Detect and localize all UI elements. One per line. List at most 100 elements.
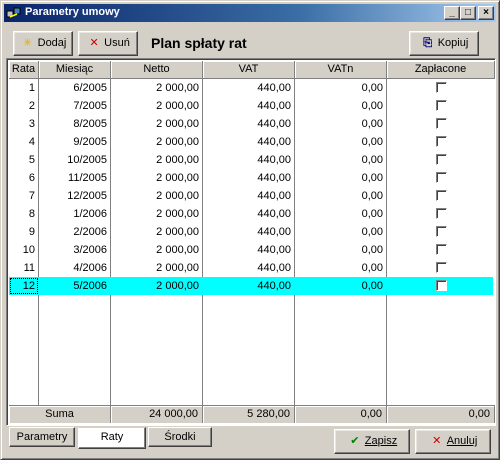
installments-grid[interactable]: Rata Miesiąc Netto VAT VATn Zapłacone 1 6… [6,58,496,426]
cell-rata: 2 [28,100,35,112]
cell-netto: 2 000,00 [156,208,199,220]
close-icon: × [483,7,489,18]
title-bar[interactable]: Parametry umowy _ □ × [4,4,496,22]
cell-miesiac: 8/2005 [73,118,107,130]
paid-checkbox[interactable] [435,226,447,237]
footer-vat: 5 280,00 [203,405,295,423]
cell-miesiac: 7/2005 [73,100,107,112]
cell-netto: 2 000,00 [156,244,199,256]
cell-vat: 440,00 [257,172,291,184]
cell-rata: 9 [28,226,35,238]
table-row[interactable]: 5 10/2005 2 000,00 440,00 0,00 [9,151,493,169]
paid-checkbox[interactable] [435,118,447,129]
copy-button[interactable]: ⎘ Kopiuj [409,31,479,56]
cell-netto: 2 000,00 [156,154,199,166]
checkmark-icon: ✔ [350,435,360,447]
cell-vat: 440,00 [257,262,291,274]
cell-vatn: 0,00 [361,172,383,184]
table-row[interactable]: 7 12/2005 2 000,00 440,00 0,00 [9,187,493,205]
paid-checkbox[interactable] [435,190,447,201]
maximize-button[interactable]: □ [460,6,476,20]
window-title: Parametry umowy [25,6,120,18]
table-row[interactable]: 9 2/2006 2 000,00 440,00 0,00 [9,223,493,241]
cell-rata: 5 [28,154,35,166]
cell-zaplacone [387,187,495,205]
cell-vatn: 0,00 [361,136,383,148]
x-icon: ✕ [432,435,442,447]
tab-srodki[interactable]: Środki [148,427,212,447]
paid-checkbox[interactable] [435,280,447,291]
delete-button-label: Usuń [104,37,130,49]
cell-vat: 440,00 [257,154,291,166]
header-miesiac[interactable]: Miesiąc [39,61,111,79]
table-row[interactable]: 6 11/2005 2 000,00 440,00 0,00 [9,169,493,187]
cell-vat: 440,00 [257,100,291,112]
cell-rata: 10 [22,244,35,256]
cell-vat: 440,00 [257,136,291,148]
footer-label: Suma [9,405,111,423]
paid-checkbox[interactable] [435,154,447,165]
table-row[interactable]: 2 7/2005 2 000,00 440,00 0,00 [9,97,493,115]
delete-button[interactable]: ✕ Usuń [78,31,138,56]
paid-checkbox[interactable] [435,136,447,147]
cell-netto: 2 000,00 [156,280,199,292]
table-row[interactable]: 4 9/2005 2 000,00 440,00 0,00 [9,133,493,151]
cell-vatn: 0,00 [361,244,383,256]
cell-vatn: 0,00 [361,262,383,274]
cell-zaplacone [387,79,495,97]
cell-vat: 440,00 [257,226,291,238]
save-button[interactable]: ✔ Zapisz [334,429,410,454]
cell-miesiac: 11/2005 [68,172,107,184]
dialog-window: Parametry umowy _ □ × ✳ Dodaj ✕ Usuń Plan … [0,0,500,460]
table-row[interactable]: 8 1/2006 2 000,00 440,00 0,00 [9,205,493,223]
tab-parametry-label: Parametry [16,431,68,443]
cell-netto: 2 000,00 [156,262,199,274]
paid-checkbox[interactable] [435,244,447,255]
save-button-label: Zapisz [364,435,398,447]
header-vat[interactable]: VAT [203,61,295,79]
paid-checkbox[interactable] [435,82,447,93]
tab-raty[interactable]: Raty [78,427,146,449]
cell-zaplacone [387,97,495,115]
table-row[interactable]: 1 6/2005 2 000,00 440,00 0,00 [9,79,493,97]
tab-raty-label: Raty [100,431,124,443]
cell-miesiac: 5/2006 [73,280,107,292]
cell-netto: 2 000,00 [156,118,199,130]
cell-vatn: 0,00 [361,226,383,238]
table-row[interactable]: 11 4/2006 2 000,00 440,00 0,00 [9,259,493,277]
cell-rata: 6 [28,172,35,184]
cell-zaplacone [387,259,495,277]
cell-netto: 2 000,00 [156,100,199,112]
cell-miesiac: 9/2005 [73,136,107,148]
cell-vatn: 0,00 [361,118,383,130]
header-netto[interactable]: Netto [111,61,203,79]
cell-vat: 440,00 [257,82,291,94]
cell-rata: 3 [28,118,35,130]
minimize-button[interactable]: _ [444,6,460,20]
header-vatn[interactable]: VATn [295,61,387,79]
paid-checkbox[interactable] [435,208,447,219]
table-row[interactable]: 12 5/2006 2 000,00 440,00 0,00 [9,277,493,295]
add-button[interactable]: ✳ Dodaj [13,31,73,56]
header-zaplacone[interactable]: Zapłacone [387,61,495,79]
paid-checkbox[interactable] [435,172,447,183]
maximize-icon: □ [464,7,472,18]
cell-rata: 12 [9,277,39,295]
copy-icon: ⎘ [423,37,433,49]
cell-vat: 440,00 [257,190,291,202]
footer-netto: 24 000,00 [111,405,203,423]
cell-miesiac: 4/2006 [73,262,107,274]
cell-zaplacone [387,277,495,295]
page-title: Plan spłaty rat [151,35,247,51]
paid-checkbox[interactable] [435,100,447,111]
table-row[interactable]: 10 3/2006 2 000,00 440,00 0,00 [9,241,493,259]
cell-rata: 7 [28,190,35,202]
table-row[interactable]: 3 8/2005 2 000,00 440,00 0,00 [9,115,493,133]
cell-zaplacone [387,169,495,187]
header-rata[interactable]: Rata [9,61,39,79]
cancel-button[interactable]: ✕ Anuluj [415,429,491,454]
close-button[interactable]: × [478,6,494,20]
cell-zaplacone [387,205,495,223]
paid-checkbox[interactable] [435,262,447,273]
tab-parametry[interactable]: Parametry [9,427,75,447]
